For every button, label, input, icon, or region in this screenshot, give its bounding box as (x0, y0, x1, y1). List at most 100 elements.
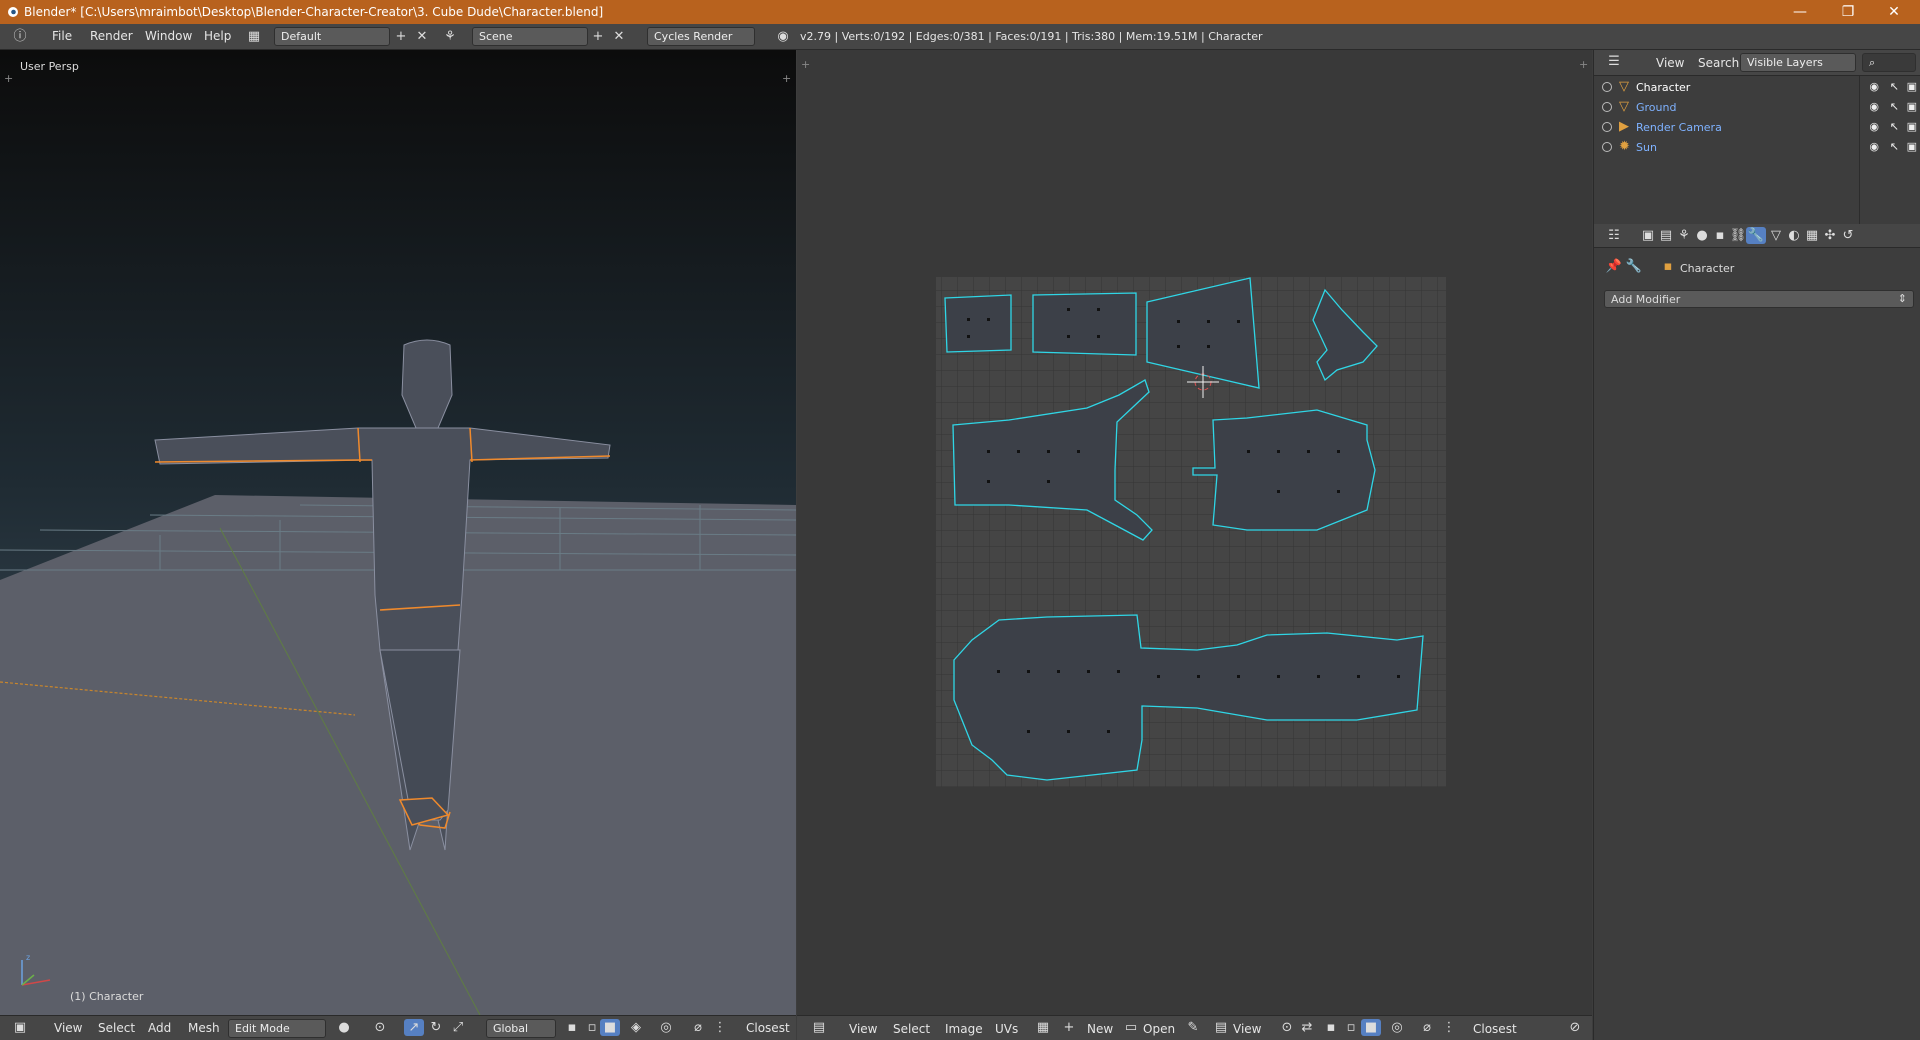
menu-window[interactable]: Window (145, 29, 192, 43)
layout-field[interactable]: Default (274, 27, 390, 46)
tab-material-icon[interactable]: ◐ (1784, 227, 1804, 244)
uv-image-editor[interactable]: + + (797, 50, 1592, 1015)
face-select-icon[interactable]: ■ (600, 1019, 620, 1036)
visibility-eye-icon[interactable]: ◉ (1869, 120, 1879, 133)
tab-object-icon[interactable]: ▪ (1710, 227, 1730, 244)
expand-toggle-icon[interactable] (1602, 82, 1612, 92)
add-layout-icon[interactable]: + (391, 28, 411, 45)
pin-icon[interactable]: 📌 (1604, 258, 1624, 275)
editor-type-outliner-icon[interactable]: ☰ (1604, 53, 1624, 70)
menu-file[interactable]: File (52, 29, 72, 43)
snap-target-select[interactable]: Closest (746, 1021, 790, 1035)
viewport-shading-icon[interactable]: ● (334, 1019, 354, 1036)
snap-element-icon[interactable]: ⋮ (710, 1019, 730, 1036)
visibility-eye-icon[interactable]: ◉ (1869, 100, 1879, 113)
viewport-canvas[interactable]: z (0, 50, 796, 1015)
add-scene-icon[interactable]: + (588, 28, 608, 45)
uv-snap-element-icon[interactable]: ⋮ (1439, 1019, 1459, 1036)
tab-physics-icon[interactable]: ↺ (1838, 227, 1858, 244)
renderable-camera-icon[interactable]: ▣ (1907, 80, 1917, 93)
area-corner-icon[interactable]: + (4, 72, 13, 85)
tab-scene-icon[interactable]: ⚘ (1674, 227, 1694, 244)
edge-select-icon[interactable]: ▫ (582, 1019, 602, 1036)
scene-icon[interactable]: ⚘ (440, 28, 460, 45)
visibility-eye-icon[interactable]: ◉ (1869, 140, 1879, 153)
tab-render-icon[interactable]: ▣ (1638, 227, 1658, 244)
scopes-icon[interactable]: ⊘ (1565, 1019, 1585, 1036)
open-image-button[interactable]: Open (1143, 1022, 1175, 1036)
uv-canvas[interactable] (797, 50, 1592, 1015)
uv-menu-uvs[interactable]: UVs (995, 1022, 1018, 1036)
sync-selection-icon[interactable]: ⇄ (1297, 1019, 1317, 1036)
renderable-camera-icon[interactable]: ▣ (1907, 100, 1917, 113)
render-engine-select[interactable]: Cycles Render (647, 27, 755, 46)
uv-vertex-select-icon[interactable]: ▪ (1321, 1019, 1341, 1036)
area-corner-right-icon[interactable]: + (782, 72, 791, 85)
outliner-search-field[interactable]: ⌕ (1862, 53, 1916, 72)
occlude-geometry-icon[interactable]: ◈ (626, 1019, 646, 1036)
add-modifier-button[interactable]: Add Modifier ⇕ (1604, 290, 1914, 308)
open-folder-icon[interactable]: ▭ (1121, 1019, 1141, 1036)
pivot-point-icon[interactable]: ⊙ (370, 1019, 390, 1036)
scale-manipulator-icon[interactable]: ⤢ (448, 1019, 468, 1036)
remove-layout-icon[interactable]: ✕ (412, 28, 432, 45)
new-image-icon[interactable]: + (1059, 1019, 1079, 1036)
vertex-select-icon[interactable]: ▪ (562, 1019, 582, 1036)
scene-field[interactable]: Scene (472, 27, 588, 46)
renderable-camera-icon[interactable]: ▣ (1907, 140, 1917, 153)
uv-edge-select-icon[interactable]: ▫ (1341, 1019, 1361, 1036)
browse-image-icon[interactable]: ▦ (1033, 1019, 1053, 1036)
outliner-menu-view[interactable]: View (1656, 56, 1684, 70)
snap-toggle-icon[interactable]: ⌀ (688, 1019, 708, 1036)
menu-view[interactable]: View (54, 1021, 82, 1035)
tab-data-icon[interactable]: ▽ (1766, 227, 1786, 244)
new-image-button[interactable]: New (1087, 1022, 1113, 1036)
outliner-menu-search[interactable]: Search (1698, 56, 1739, 70)
editor-type-3d-icon[interactable]: ▣ (10, 1019, 30, 1036)
uv-menu-image[interactable]: Image (945, 1022, 983, 1036)
uv-proportional-icon[interactable]: ◎ (1387, 1019, 1407, 1036)
outliner-item-render-camera[interactable]: ▶ Render Camera ◉ ↖ ▣ (1594, 118, 1920, 138)
outliner-item-ground[interactable]: ▽ Ground ◉ ↖ ▣ (1594, 98, 1920, 118)
tab-modifiers-icon[interactable]: 🔧 (1746, 227, 1766, 244)
uv-area-corner-right-icon[interactable]: + (1579, 58, 1588, 71)
menu-add[interactable]: Add (148, 1021, 171, 1035)
editor-type-properties-icon[interactable]: ☷ (1604, 227, 1624, 244)
menu-help[interactable]: Help (204, 29, 231, 43)
selectable-cursor-icon[interactable]: ↖ (1890, 120, 1899, 133)
selectable-cursor-icon[interactable]: ↖ (1890, 100, 1899, 113)
menu-mesh[interactable]: Mesh (188, 1021, 220, 1035)
view-mode-icon[interactable]: ▤ (1211, 1019, 1231, 1036)
3d-viewport[interactable]: z User Persp (1) Character + + (0, 50, 796, 1015)
editor-type-uv-icon[interactable]: ▤ (809, 1019, 829, 1036)
tab-render-layers-icon[interactable]: ▤ (1656, 227, 1676, 244)
expand-toggle-icon[interactable] (1602, 122, 1612, 132)
uv-snap-icon[interactable]: ⌀ (1417, 1019, 1437, 1036)
outliner-display-mode-select[interactable]: Visible Layers (1740, 53, 1856, 72)
tab-texture-icon[interactable]: ▦ (1802, 227, 1822, 244)
selectable-cursor-icon[interactable]: ↖ (1890, 140, 1899, 153)
menu-render[interactable]: Render (90, 29, 133, 43)
uv-view-mode-select[interactable]: View (1233, 1022, 1261, 1036)
uv-area-corner-icon[interactable]: + (801, 58, 810, 71)
tab-particles-icon[interactable]: ✣ (1820, 227, 1840, 244)
tab-constraints-icon[interactable]: ⛓ (1728, 227, 1748, 244)
menu-select[interactable]: Select (98, 1021, 135, 1035)
uv-menu-select[interactable]: Select (893, 1022, 930, 1036)
screen-layout-icon[interactable]: ▦ (244, 28, 264, 45)
minimize-button[interactable]: — (1780, 2, 1820, 22)
uv-face-select-icon[interactable]: ■ (1361, 1019, 1381, 1036)
proportional-edit-icon[interactable]: ◎ (656, 1019, 676, 1036)
tab-world-icon[interactable]: ● (1692, 227, 1712, 244)
expand-toggle-icon[interactable] (1602, 102, 1612, 112)
renderable-camera-icon[interactable]: ▣ (1907, 120, 1917, 133)
visibility-eye-icon[interactable]: ◉ (1869, 80, 1879, 93)
expand-toggle-icon[interactable] (1602, 142, 1612, 152)
restore-button[interactable]: ❐ (1828, 2, 1868, 22)
uv-snap-target-select[interactable]: Closest (1473, 1022, 1517, 1036)
interaction-mode-select[interactable]: Edit Mode (228, 1019, 326, 1038)
close-window-button[interactable]: ✕ (1874, 2, 1914, 22)
selectable-cursor-icon[interactable]: ↖ (1890, 80, 1899, 93)
transform-orientation-select[interactable]: Global (486, 1019, 556, 1038)
uv-pivot-icon[interactable]: ⊙ (1277, 1019, 1297, 1036)
